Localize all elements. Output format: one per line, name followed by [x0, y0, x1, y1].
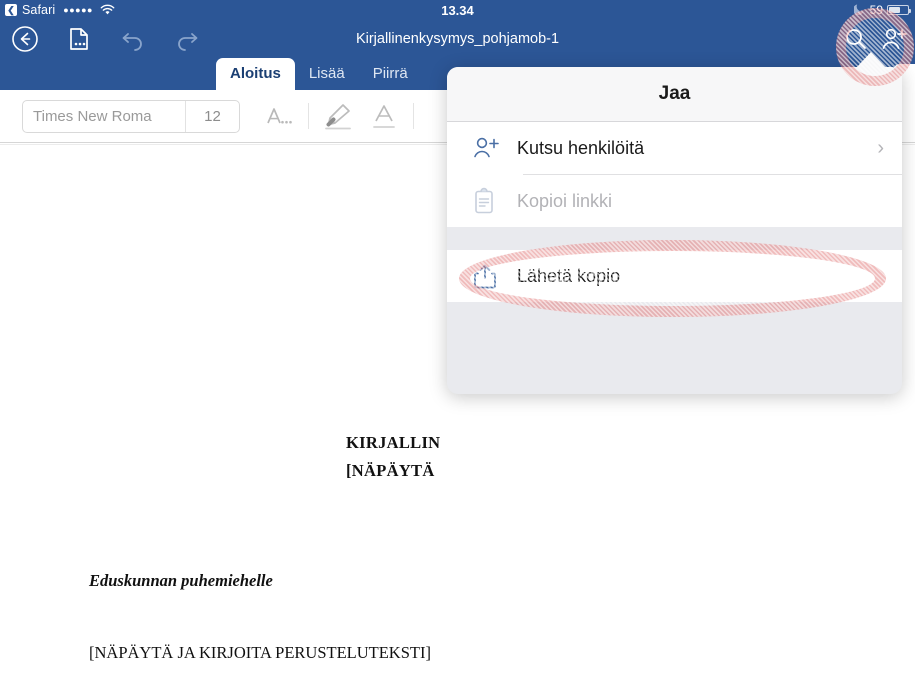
font-formatting-icon[interactable] — [256, 97, 302, 135]
battery-icon — [887, 5, 911, 15]
ios-status-bar: ❮ Safari ●●●●● 13.34 59 — [0, 0, 915, 20]
document-heading-line1: KIRJALLIN — [346, 433, 441, 452]
toolbar-separator-1 — [308, 103, 309, 129]
font-controls-group: Times New Roma 12 — [22, 99, 240, 133]
share-upload-icon — [471, 261, 505, 291]
clipboard-link-icon — [471, 186, 505, 216]
tab-lisaa[interactable]: Lisää — [295, 58, 359, 90]
share-popover-section-gap — [447, 227, 902, 250]
share-button[interactable] — [879, 24, 909, 54]
moon-icon — [852, 2, 866, 18]
person-plus-icon — [471, 134, 505, 162]
share-row-copy-link[interactable]: Kopioi linkki — [447, 175, 902, 227]
document-heading-line2: [NÄPÄYTÄ — [346, 461, 435, 480]
share-popover-title: Jaa — [447, 67, 902, 122]
status-bar-clock: 13.34 — [441, 2, 474, 18]
share-popover-group-1: Kutsu henkilöitä › Kopioi linkki — [447, 122, 902, 227]
share-row-send-copy-label: Lähetä kopio — [517, 265, 621, 286]
document-paragraph-1: [NÄPÄYTÄ JA KIRJOITA PERUSTELUTEKSTI] — [89, 643, 431, 662]
font-color-icon[interactable] — [361, 97, 407, 135]
share-row-send-copy[interactable]: Lähetä kopio — [447, 250, 902, 302]
status-bar-right: 59 — [852, 0, 911, 20]
word-ipad-app-window: ❮ Safari ●●●●● 13.34 59 Kirjallinenkysym… — [0, 0, 915, 674]
share-popover: Jaa Kutsu henkilöitä › Kopioi linkki Läh… — [447, 67, 902, 394]
search-icon[interactable] — [841, 24, 871, 54]
battery-percent-label: 59 — [869, 3, 883, 17]
document-nav-bar: Kirjallinenkysymys_pohjamob-1 — [0, 20, 915, 58]
font-name-input[interactable]: Times New Roma — [23, 101, 185, 132]
font-size-input[interactable]: 12 — [186, 101, 239, 132]
tab-piirra[interactable]: Piirrä — [359, 58, 422, 90]
popover-arrow — [856, 52, 886, 68]
tab-aloitus[interactable]: Aloitus — [216, 58, 295, 90]
document-title[interactable]: Kirjallinenkysymys_pohjamob-1 — [0, 20, 915, 58]
share-row-copy-link-label: Kopioi linkki — [517, 190, 613, 211]
highlighter-icon[interactable] — [315, 97, 361, 135]
share-popover-group-2: Lähetä kopio — [447, 250, 902, 302]
chevron-right-icon: › — [877, 136, 884, 159]
ribbon-tabs: Aloitus Lisää Piirrä — [216, 58, 422, 90]
document-salutation: Eduskunnan puhemiehelle — [89, 571, 273, 590]
ribbon-format-tools — [256, 97, 420, 135]
share-row-invite-people[interactable]: Kutsu henkilöitä › — [447, 122, 902, 174]
toolbar-separator-2 — [413, 103, 414, 129]
share-row-invite-people-label: Kutsu henkilöitä — [517, 137, 645, 158]
battery-fill — [889, 7, 901, 13]
